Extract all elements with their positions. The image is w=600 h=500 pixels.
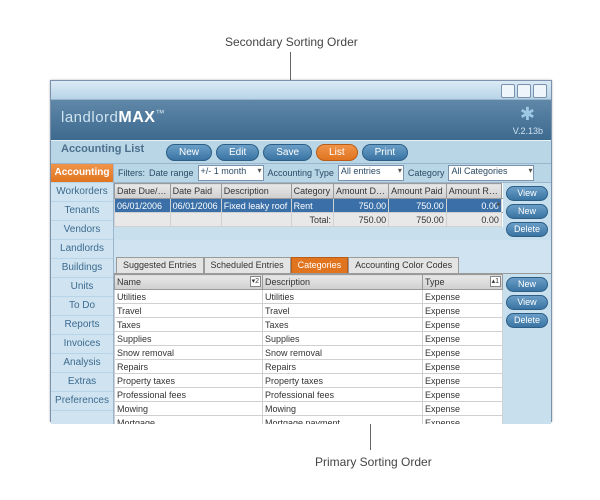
new-button[interactable]: New xyxy=(506,204,548,219)
table-row[interactable]: 06/01/200606/01/2006Fixed leaky roofRent… xyxy=(115,199,503,213)
minimize-button[interactable] xyxy=(501,84,515,98)
sidebar-item-units[interactable]: Units xyxy=(51,278,113,297)
table-row[interactable]: TravelTravelExpense xyxy=(115,304,503,318)
tab-accounting-color-codes[interactable]: Accounting Color Codes xyxy=(348,257,459,273)
view-button[interactable]: View xyxy=(506,186,548,201)
table-row[interactable]: MowingMowingExpense xyxy=(115,402,503,416)
tab-suggested-entries[interactable]: Suggested Entries xyxy=(116,257,204,273)
lower-tabs: Suggested EntriesScheduled EntriesCatego… xyxy=(114,256,551,273)
acct-type-label: Accounting Type xyxy=(268,168,334,178)
view-button[interactable]: View xyxy=(506,295,548,310)
logo-text-b: MAX xyxy=(118,109,155,126)
maximize-button[interactable] xyxy=(517,84,531,98)
sidebar-item-landlords[interactable]: Landlords xyxy=(51,240,113,259)
annotation-secondary: Secondary Sorting Order xyxy=(225,35,358,49)
table-row[interactable]: Snow removalSnow removalExpense xyxy=(115,346,503,360)
grid2-col-description[interactable]: Description xyxy=(262,275,422,290)
grid1-col[interactable]: Description xyxy=(221,184,291,199)
toolbar: Accounting List New Edit Save List Print xyxy=(51,140,551,164)
print-button[interactable]: Print xyxy=(362,144,409,161)
main-panel: Filters: Date range +/- 1 month Accounti… xyxy=(114,164,551,424)
sort-indicator: ▴1 xyxy=(490,276,501,287)
table-row[interactable]: SuppliesSuppliesExpense xyxy=(115,332,503,346)
table-row[interactable]: Property taxesProperty taxesExpense xyxy=(115,374,503,388)
filter-bar: Filters: Date range +/- 1 month Accounti… xyxy=(114,164,551,183)
table-row[interactable]: MortgageMortgage paymentExpense xyxy=(115,416,503,425)
grid1-col[interactable]: Amount R… xyxy=(446,184,501,199)
grid1-col[interactable]: Amount Paid xyxy=(389,184,447,199)
logo-text-a: landlord xyxy=(61,109,118,126)
delete-button[interactable]: Delete xyxy=(506,222,548,237)
total-row: Total:750.00750.000.00 xyxy=(115,213,503,227)
table-row[interactable]: TaxesTaxesExpense xyxy=(115,318,503,332)
grid1-col[interactable]: Date Due/… xyxy=(115,184,171,199)
sidebar-item-tenants[interactable]: Tenants xyxy=(51,202,113,221)
sort-indicator: ▾2 xyxy=(250,276,261,287)
sidebar-item-reports[interactable]: Reports xyxy=(51,316,113,335)
new-button[interactable]: New xyxy=(166,144,212,161)
list-button[interactable]: List xyxy=(316,144,358,161)
table-row[interactable]: RepairsRepairsExpense xyxy=(115,360,503,374)
grid1-side-buttons: View New Delete xyxy=(503,183,551,240)
version-label: V.2.13b xyxy=(513,126,543,136)
new-button[interactable]: New xyxy=(506,277,548,292)
sidebar-item-to-do[interactable]: To Do xyxy=(51,297,113,316)
filters-label: Filters: xyxy=(118,168,145,178)
accounting-grid[interactable]: Date Due/…Date PaidDescriptionCategoryAm… xyxy=(114,183,503,240)
grid1-col[interactable]: Category xyxy=(291,184,333,199)
sidebar-item-analysis[interactable]: Analysis xyxy=(51,354,113,373)
sidebar-item-buildings[interactable]: Buildings xyxy=(51,259,113,278)
delete-button[interactable]: Delete xyxy=(506,313,548,328)
sidebar-item-invoices[interactable]: Invoices xyxy=(51,335,113,354)
category-label: Category xyxy=(408,168,445,178)
app-header: landlordMAX™ ✱ V.2.13b xyxy=(51,100,551,140)
section-title: Accounting List xyxy=(61,143,144,155)
categories-grid[interactable]: Name▾2DescriptionType▴1UtilitiesUtilitie… xyxy=(114,274,503,424)
acct-type-select[interactable]: All entries xyxy=(338,165,404,181)
close-button[interactable] xyxy=(533,84,547,98)
titlebar xyxy=(51,81,551,100)
tab-scheduled-entries[interactable]: Scheduled Entries xyxy=(204,257,291,273)
date-range-label: Date range xyxy=(149,168,194,178)
category-select[interactable]: All Categories xyxy=(448,165,534,181)
table-row[interactable]: Professional feesProfessional feesExpens… xyxy=(115,388,503,402)
grid1-col[interactable]: Date Paid xyxy=(170,184,221,199)
sidebar-item-accounting[interactable]: Accounting xyxy=(51,164,113,183)
sidebar-item-extras[interactable]: Extras xyxy=(51,373,113,392)
sidebar: AccountingWorkordersTenantsVendorsLandlo… xyxy=(51,164,114,424)
sidebar-item-preferences[interactable]: Preferences xyxy=(51,392,113,411)
logo-tm: ™ xyxy=(155,108,165,118)
app-window: landlordMAX™ ✱ V.2.13b Accounting List N… xyxy=(50,80,552,422)
table-row[interactable]: UtilitiesUtilitiesExpense xyxy=(115,290,503,304)
grid2-col-name[interactable]: Name▾2 xyxy=(115,275,263,290)
star-icon: ✱ xyxy=(520,104,535,125)
grid2-col-type[interactable]: Type▴1 xyxy=(422,275,502,290)
tab-categories[interactable]: Categories xyxy=(291,257,349,273)
date-range-select[interactable]: +/- 1 month xyxy=(198,165,264,181)
grid1-col[interactable]: Amount D… xyxy=(334,184,389,199)
save-button[interactable]: Save xyxy=(263,144,312,161)
sidebar-item-workorders[interactable]: Workorders xyxy=(51,183,113,202)
app-logo: landlordMAX™ xyxy=(61,108,165,127)
sidebar-item-vendors[interactable]: Vendors xyxy=(51,221,113,240)
annotation-primary: Primary Sorting Order xyxy=(315,455,432,469)
edit-button[interactable]: Edit xyxy=(216,144,259,161)
grid2-side-buttons: New View Delete xyxy=(503,274,551,424)
